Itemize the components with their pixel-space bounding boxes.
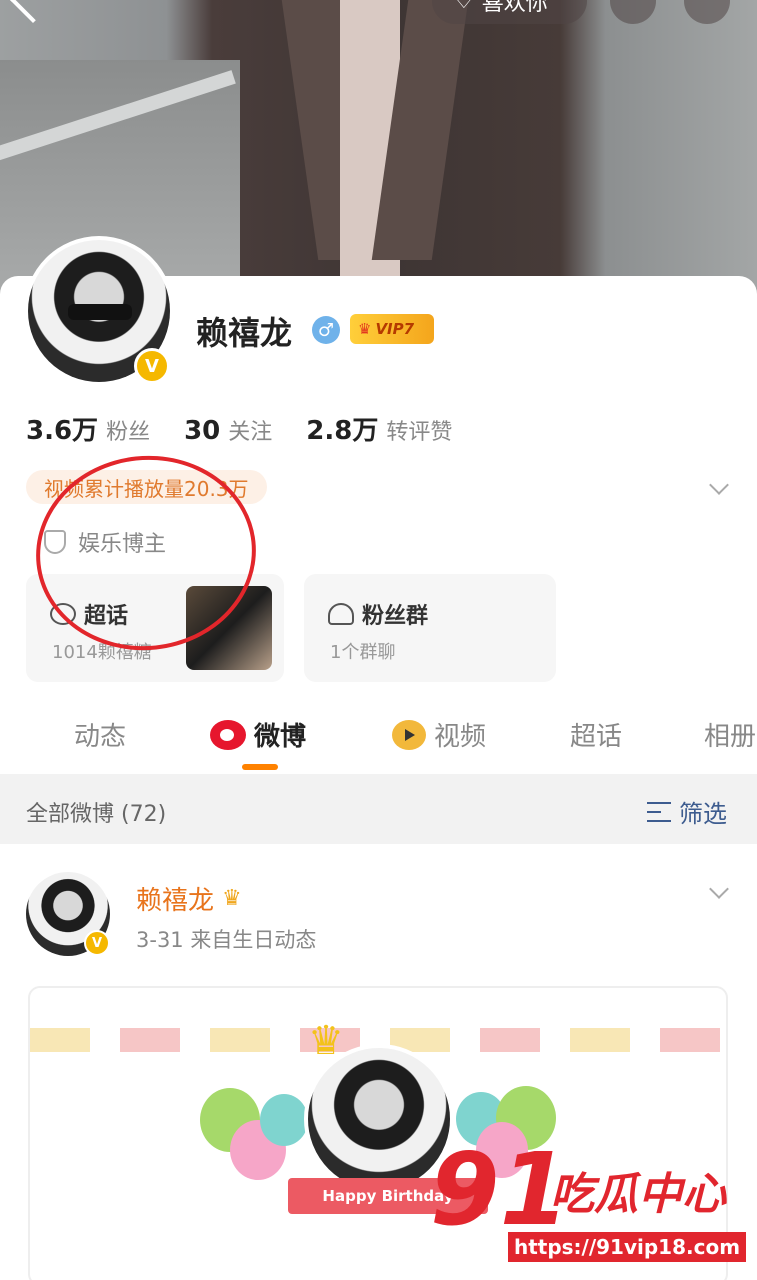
verified-badge-icon: V xyxy=(84,930,110,956)
filter-icon xyxy=(647,801,671,822)
tab-album[interactable]: 相册 xyxy=(704,716,756,753)
gender-male-icon: ♂ xyxy=(312,316,340,344)
tab-label: 超话 xyxy=(570,722,623,752)
tab-chaohua[interactable]: 超话 xyxy=(570,716,622,753)
fans-group-title: 粉丝群 xyxy=(328,598,428,630)
tab-weibo[interactable]: 微博 xyxy=(210,716,306,753)
filter-button[interactable]: 筛选 xyxy=(647,794,727,829)
crown-icon: ♛ xyxy=(222,886,242,911)
weibo-logo-icon xyxy=(210,719,246,750)
watermark-number: 91 xyxy=(430,1131,570,1248)
fans-group-card[interactable]: 粉丝群 1个群聊 xyxy=(304,574,556,682)
fans-group-title-label: 粉丝群 xyxy=(362,604,429,629)
stat-number: 2.8万 xyxy=(306,416,379,446)
stat-label: 关注 xyxy=(228,420,273,445)
verified-badge-icon: V xyxy=(134,348,170,384)
glasses xyxy=(68,304,132,320)
watermark-url: https://91vip18.com xyxy=(508,1232,746,1262)
profile-name: 赖禧龙 xyxy=(196,314,293,352)
active-tab-indicator xyxy=(242,764,278,770)
stat-interactions[interactable]: 2.8万 转评赞 xyxy=(306,410,452,447)
filter-label: 筛选 xyxy=(679,800,727,828)
watermark: 91 吃瓜中心 https://91vip18.com xyxy=(430,1140,750,1270)
post-author-name: 赖禧龙 xyxy=(136,886,215,916)
crown-icon: ♛ xyxy=(358,320,372,338)
fans-group-subtitle: 1个群聊 xyxy=(330,642,396,663)
tab-label: 动态 xyxy=(74,722,127,752)
stat-number: 3.6万 xyxy=(26,416,99,446)
tab-video[interactable]: 视频 xyxy=(392,716,486,753)
tab-dynamics[interactable]: 动态 xyxy=(74,716,126,753)
profile-page: ♡ 喜欢你 V 赖禧龙 ♂ ♛ VIP7 3.6万 粉丝 30 关注 2.8万 … xyxy=(0,0,757,1280)
stat-label: 转评赞 xyxy=(386,420,453,445)
post-meta: 3-31 来自生日动态 xyxy=(136,928,317,952)
like-button-label: 喜欢你 xyxy=(481,0,548,16)
stat-fans[interactable]: 3.6万 粉丝 xyxy=(26,410,150,447)
vip-label: VIP7 xyxy=(375,320,415,338)
stat-label: 粉丝 xyxy=(106,420,151,445)
balloon xyxy=(260,1094,308,1146)
crown-icon: ♛ xyxy=(308,1018,344,1064)
all-weibo-count: 全部微博 (72) xyxy=(26,802,167,827)
heart-icon: ♡ xyxy=(454,0,474,14)
watermark-text: 吃瓜中心 xyxy=(550,1169,726,1220)
vip-badge[interactable]: ♛ VIP7 xyxy=(350,314,434,344)
tab-label: 视频 xyxy=(434,722,487,752)
filter-bar: 全部微博 (72) 筛选 xyxy=(0,774,757,844)
post-menu-chevron-icon[interactable] xyxy=(709,879,729,899)
stat-following[interactable]: 30 关注 xyxy=(184,414,272,446)
profile-tabs: 动态 微博 视频 超话 相册 xyxy=(0,710,757,770)
post-author[interactable]: 赖禧龙 ♛ xyxy=(136,880,242,917)
like-button[interactable]: ♡ 喜欢你 xyxy=(432,0,587,24)
profile-stats: 3.6万 粉丝 30 关注 2.8万 转评赞 xyxy=(26,410,452,447)
tab-label: 微博 xyxy=(254,722,307,752)
tab-label: 相册 xyxy=(704,722,757,752)
people-icon xyxy=(328,603,354,625)
stat-number: 30 xyxy=(184,416,221,446)
video-play-icon xyxy=(392,719,426,750)
